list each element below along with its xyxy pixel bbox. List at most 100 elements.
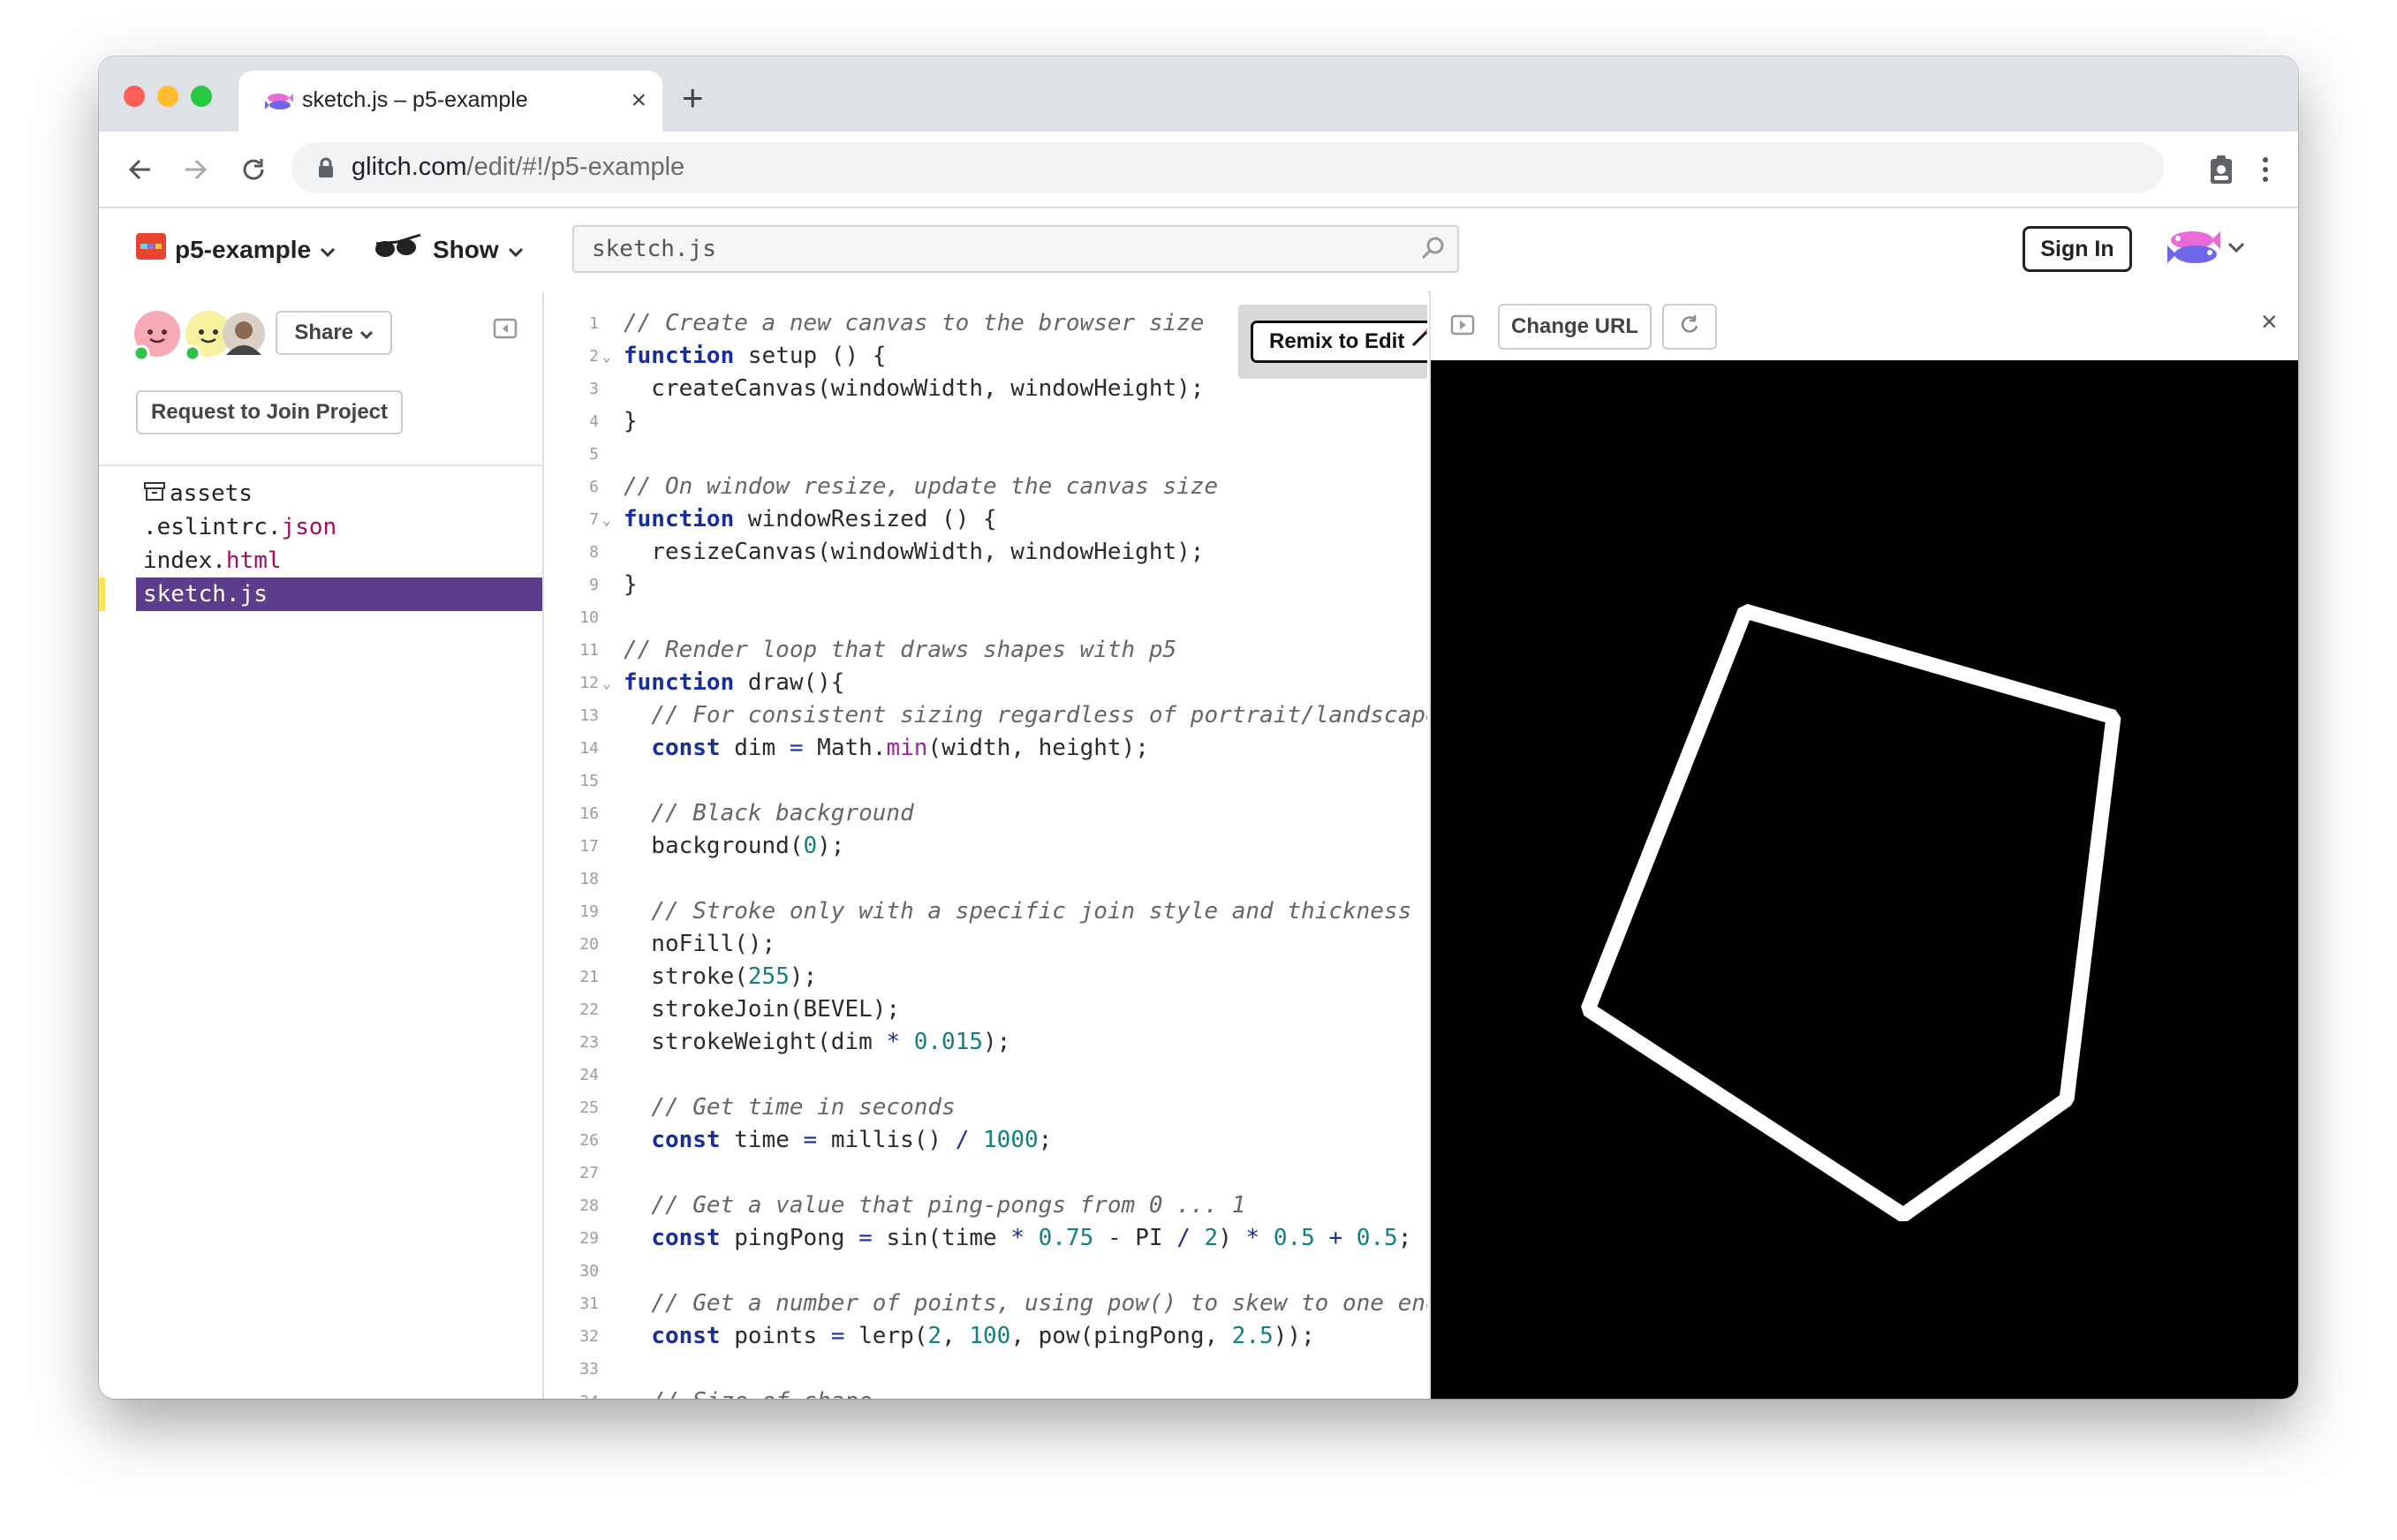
code-line[interactable]: 5 [544, 440, 1427, 469]
code-line[interactable]: 9} [544, 570, 1427, 600]
line-number: 28 [579, 1197, 599, 1215]
share-label: Share [294, 321, 354, 344]
code-text: // Stroke only with a specific join styl… [624, 898, 1412, 925]
code-line[interactable]: 17 background(0); [544, 832, 1427, 861]
p5-canvas[interactable] [1431, 360, 2298, 1399]
browser-toolbar: glitch.com/edit/#!/p5-example [99, 132, 2298, 208]
file-item-eslintrc[interactable]: .eslintrc.json [143, 510, 336, 544]
code-line[interactable]: 27 [544, 1159, 1427, 1188]
code-line[interactable]: 16 // Black background [544, 799, 1427, 828]
code-line[interactable]: 14 const dim = Math.min(width, height); [544, 734, 1427, 763]
line-number: 6 [589, 478, 599, 496]
maximize-dot-icon[interactable] [191, 86, 212, 107]
back-arrow-icon[interactable] [118, 147, 163, 192]
tab-close-icon[interactable]: × [631, 83, 647, 118]
chevron-down-icon [359, 321, 374, 344]
code-line[interactable]: 26 const time = millis() / 1000; [544, 1126, 1427, 1155]
sketch-output [1581, 603, 2121, 1222]
sidebar: Share Request to Join Project assets .es… [99, 291, 544, 1399]
lock-icon [318, 157, 334, 183]
line-number: 32 [579, 1327, 599, 1346]
forward-arrow-icon[interactable] [173, 147, 217, 192]
code-line[interactable]: 28 // Get a value that ping-pongs from 0… [544, 1191, 1427, 1220]
code-line[interactable]: 32 const points = lerp(2, 100, pow(pingP… [544, 1322, 1427, 1351]
play-icon[interactable] [1450, 314, 1475, 340]
extension-icon[interactable] [2199, 147, 2243, 192]
line-number: 3 [589, 380, 599, 398]
menu-dots-icon[interactable] [2243, 147, 2287, 192]
share-button[interactable]: Share [276, 311, 392, 355]
code-text: background(0); [624, 833, 845, 859]
code-line[interactable]: 13 // For consistent sizing regardless o… [544, 701, 1427, 730]
file-extension: html [225, 547, 282, 574]
code-line[interactable]: 10 [544, 603, 1427, 632]
code-line[interactable]: 29 const pingPong = sin(time * 0.75 - PI… [544, 1224, 1427, 1253]
code-line[interactable]: 33 [544, 1355, 1427, 1384]
code-line[interactable]: 25 // Get time in seconds [544, 1093, 1427, 1122]
refresh-preview-button[interactable] [1662, 304, 1717, 350]
code-text: // Black background [624, 800, 914, 827]
line-number: 23 [579, 1033, 599, 1052]
code-text: // On window resize, update the canvas s… [624, 473, 1219, 500]
code-line[interactable]: 30 [544, 1257, 1427, 1286]
line-number: 21 [579, 968, 599, 986]
code-text: // Get a number of points, using pow() t… [624, 1290, 1427, 1317]
code-line[interactable]: 4} [544, 407, 1427, 436]
fold-chevron-icon[interactable]: ⌄ [602, 505, 611, 534]
glitch-fish-logo-icon[interactable] [2166, 226, 2250, 275]
code-line[interactable]: 20 noFill(); [544, 930, 1427, 959]
code-line[interactable]: 6 // On window resize, update the canvas … [544, 472, 1427, 502]
wand-icon [1410, 327, 1427, 353]
code-text: stroke(255); [624, 963, 818, 990]
show-menu[interactable]: Show [373, 233, 524, 266]
file-search-input[interactable]: sketch.js [572, 225, 1459, 273]
project-menu[interactable]: p5-example [136, 233, 336, 266]
code-line[interactable]: 15 [544, 766, 1427, 796]
close-preview-icon[interactable]: × [2261, 306, 2278, 338]
request-to-join-button[interactable]: Request to Join Project [136, 390, 403, 434]
reload-icon[interactable] [231, 147, 276, 192]
file-item-sketch-js[interactable]: sketch.js [136, 578, 542, 611]
browser-tab[interactable]: sketch.js – p5-example × [238, 71, 662, 132]
line-number: 31 [579, 1295, 599, 1313]
close-dot-icon[interactable] [124, 86, 145, 107]
code-line[interactable]: 22 strokeJoin(BEVEL); [544, 995, 1427, 1024]
sign-in-button[interactable]: Sign In [2023, 226, 2132, 272]
code-text: const pingPong = sin(time * 0.75 - PI / … [651, 1225, 1412, 1251]
change-url-button[interactable]: Change URL [1498, 304, 1652, 350]
code-line[interactable]: 11 // Render loop that draws shapes with … [544, 636, 1427, 665]
remix-to-edit-button[interactable]: Remix to Edit [1251, 321, 1427, 363]
collapse-sidebar-icon[interactable] [493, 318, 518, 343]
code-line[interactable]: 19 // Stroke only with a specific join s… [544, 897, 1427, 926]
search-icon[interactable] [1420, 235, 1447, 268]
new-tab-button[interactable]: + [682, 76, 704, 120]
code-text: function windowResized () { [624, 506, 997, 532]
code-text: // For consistent sizing regardless of p… [624, 702, 1427, 728]
code-line[interactable]: 34 // Size of shape [544, 1387, 1427, 1399]
file-extension: json [281, 514, 337, 540]
fold-chevron-icon[interactable]: ⌄ [602, 342, 611, 371]
code-line[interactable]: 24 [544, 1061, 1427, 1090]
file-item-index-html[interactable]: index.html [143, 544, 282, 578]
address-bar[interactable]: glitch.com/edit/#!/p5-example [291, 142, 2164, 193]
code-line[interactable]: 23 strokeWeight(dim * 0.015); [544, 1028, 1427, 1057]
url-text: glitch.com/edit/#!/p5-example [352, 153, 684, 182]
line-number: 29 [579, 1229, 599, 1248]
code-text: } [624, 571, 638, 598]
file-item-assets[interactable]: assets [143, 477, 253, 510]
line-number: 20 [579, 935, 599, 954]
line-number: 18 [579, 870, 599, 888]
fold-chevron-icon[interactable]: ⌄ [602, 668, 611, 698]
line-number: 8 [589, 543, 599, 562]
code-line[interactable]: 21 stroke(255); [544, 962, 1427, 992]
code-editor[interactable]: 1 // Create a new canvas to the browser s… [544, 291, 1427, 1399]
code-line[interactable]: 18 [544, 864, 1427, 894]
refresh-icon [1678, 313, 1701, 341]
pentagon-shape [1581, 603, 2121, 1222]
minimize-dot-icon[interactable] [157, 86, 178, 107]
code-line[interactable]: 7 ⌄ function windowResized () { [544, 505, 1427, 534]
code-line[interactable]: 8 resizeCanvas(windowWidth, windowHeight… [544, 538, 1427, 567]
code-line[interactable]: 31 // Get a number of points, using pow(… [544, 1289, 1427, 1318]
code-line[interactable]: 12 ⌄ function draw(){ [544, 668, 1427, 698]
file-search-value: sketch.js [592, 236, 716, 262]
